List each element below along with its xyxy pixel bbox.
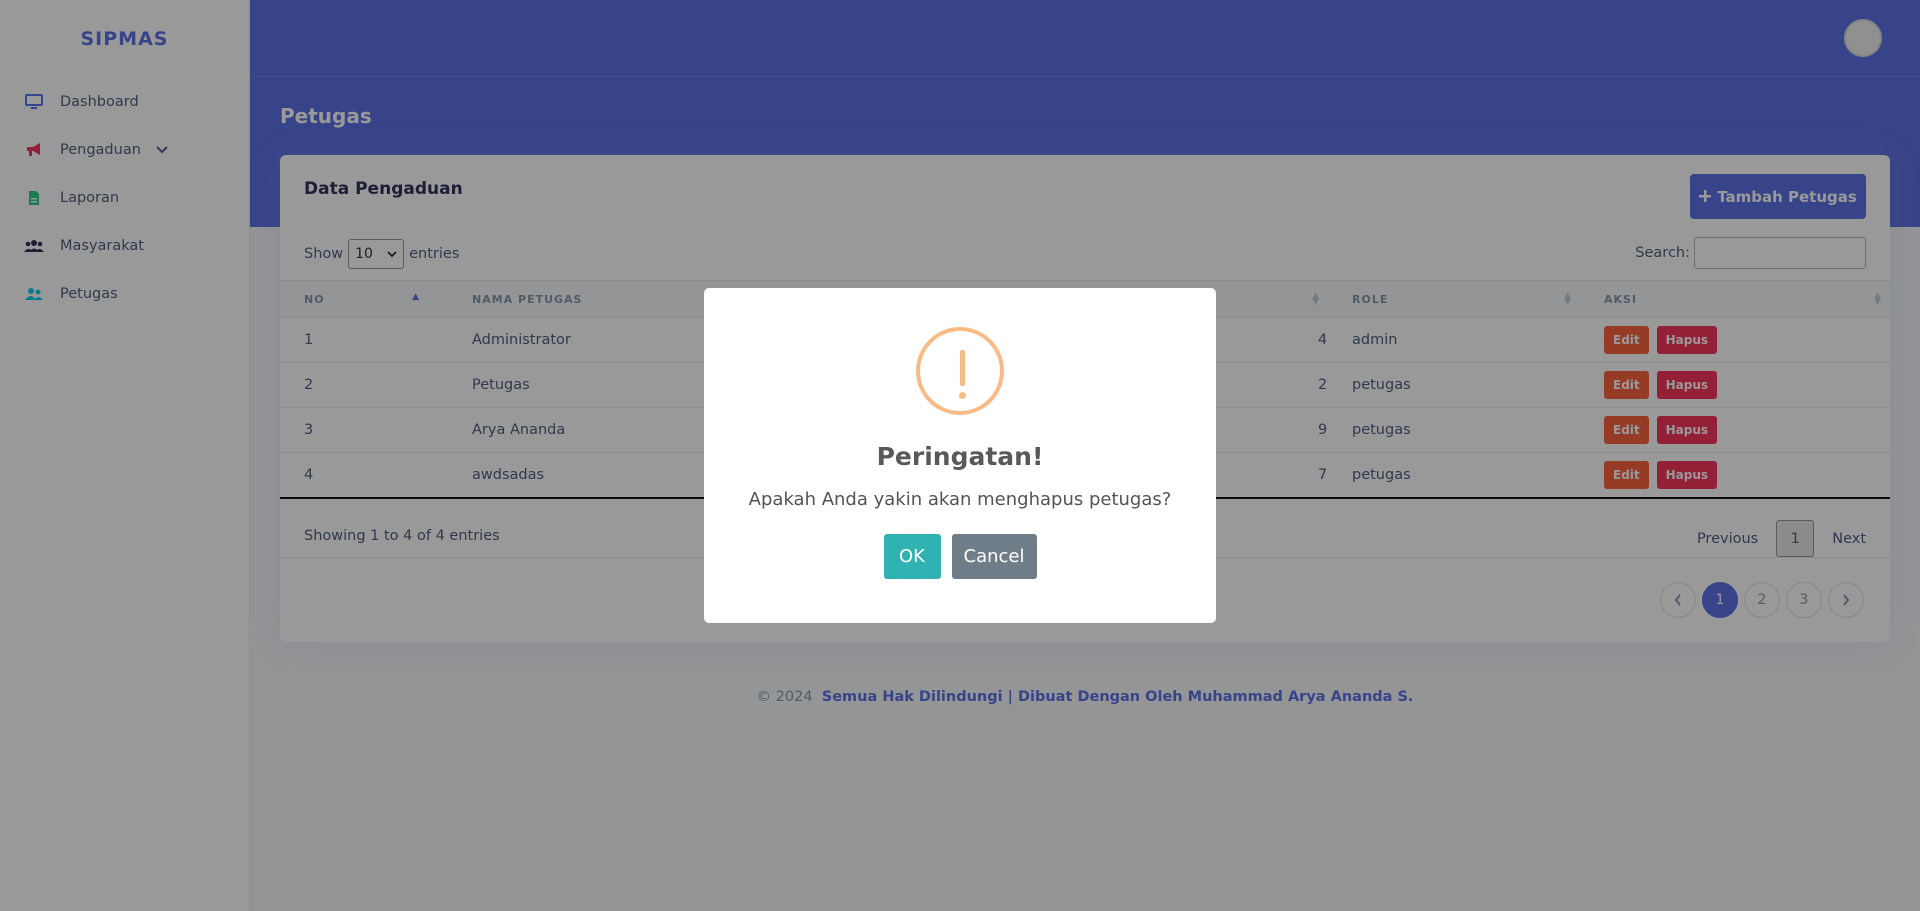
dialog-title: Peringatan! [876, 442, 1044, 471]
warning-icon [916, 327, 1004, 415]
cancel-button[interactable]: Cancel [951, 534, 1037, 579]
dialog-actions: OK Cancel [704, 534, 1216, 579]
dialog-message: Apakah Anda yakin akan menghapus petugas… [748, 489, 1172, 510]
ok-button[interactable]: OK [883, 534, 941, 579]
confirm-dialog: Peringatan! Apakah Anda yakin akan mengh… [704, 288, 1216, 623]
